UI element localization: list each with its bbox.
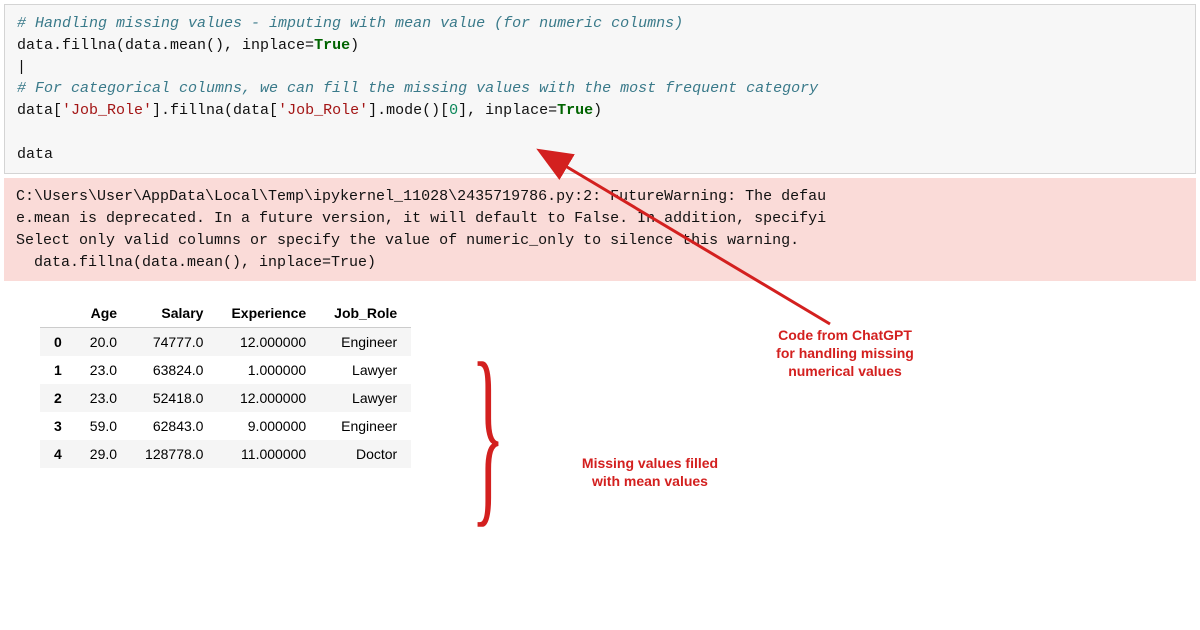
table-cell: 11.000000: [217, 440, 320, 468]
table-cell: 3: [40, 412, 76, 440]
table-cell: Engineer: [320, 412, 411, 440]
table-cell: 29.0: [76, 440, 131, 468]
annotation-mid: Missing values filled with mean values: [545, 454, 755, 490]
table-cell: Doctor: [320, 440, 411, 468]
table-row: 359.062843.09.000000Engineer: [40, 412, 411, 440]
table-row: 429.0128778.011.000000Doctor: [40, 440, 411, 468]
arrow-icon: [0, 4, 1200, 404]
table-cell: 4: [40, 440, 76, 468]
table-cell: 59.0: [76, 412, 131, 440]
table-cell: 62843.0: [131, 412, 217, 440]
table-cell: 9.000000: [217, 412, 320, 440]
table-cell: 128778.0: [131, 440, 217, 468]
